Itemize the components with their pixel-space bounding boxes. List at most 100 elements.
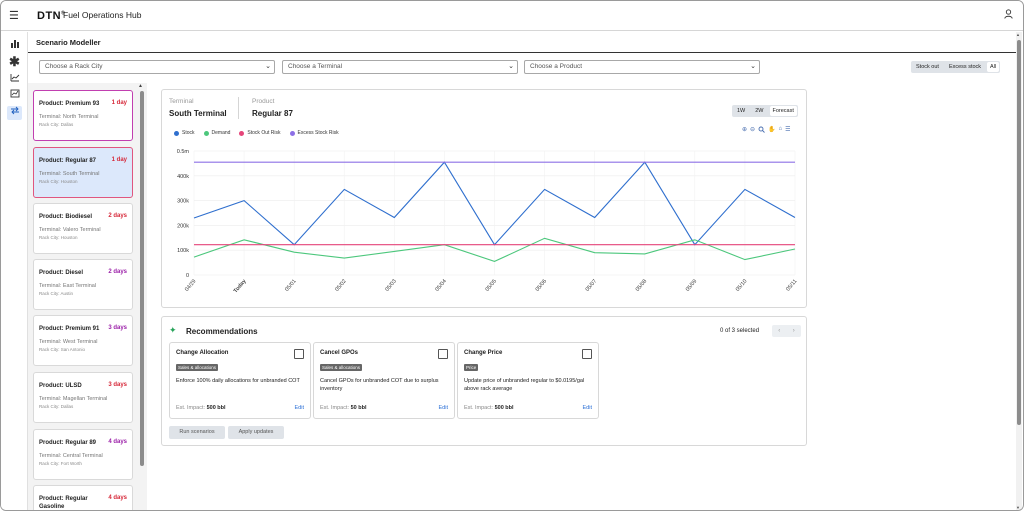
recommendation-desc: Update price of unbranded regular to $0.… xyxy=(464,378,585,392)
page-title: Scenario Modeller xyxy=(36,38,101,47)
y-tick-label: 0 xyxy=(186,273,189,279)
page-scrollbar[interactable]: ▲ ▼ xyxy=(1016,32,1022,510)
toggle-stock-out[interactable]: Stock out xyxy=(911,61,944,73)
toggle-all[interactable]: All xyxy=(987,62,1000,72)
run-scenarios-button[interactable]: Run scenarios xyxy=(169,426,225,439)
product-placeholder: Choose a Product xyxy=(530,63,583,70)
days-badge: 2 days xyxy=(108,269,127,275)
product-select[interactable]: Choose a Product ⌄ xyxy=(524,60,760,74)
scroll-down-icon[interactable]: ▼ xyxy=(1016,505,1020,510)
x-tick-label: 05/06 xyxy=(535,278,548,292)
product-card[interactable]: Product: Biodiesel 2 days Terminal: Vale… xyxy=(33,203,133,254)
product-card[interactable]: Product: Regular Gasoline 4 days xyxy=(33,485,133,510)
product-name: Product: Premium 91 xyxy=(39,326,100,332)
x-tick-label: 05/05 xyxy=(485,278,498,292)
impact-label: Est. Impact: xyxy=(176,405,206,411)
y-tick-label: 100k xyxy=(177,248,189,254)
x-tick-label: 05/03 xyxy=(384,278,397,292)
select-checkbox[interactable] xyxy=(438,349,448,359)
x-tick-label: Today xyxy=(233,278,248,295)
recommendations-panel: ✦ Recommendations 0 of 3 selected ‹ › Ch… xyxy=(161,316,807,446)
trend-chart-icon[interactable] xyxy=(7,73,22,87)
days-badge: 3 days xyxy=(108,325,127,331)
product-card[interactable]: Product: Premium 91 3 days Terminal: Wes… xyxy=(33,315,133,366)
list-scrollbar[interactable] xyxy=(140,91,144,466)
report-icon[interactable] xyxy=(7,89,22,103)
product-list: ▲ Product: Premium 93 1 day Terminal: No… xyxy=(28,83,147,510)
chevron-down-icon: ⌄ xyxy=(265,63,271,70)
product-card[interactable]: Product: ULSD 3 days Terminal: Magellan … xyxy=(33,372,133,423)
sparkle-icon: ✦ xyxy=(169,325,177,335)
product-name: Product: Regular 89 xyxy=(39,440,97,446)
x-tick-label: 04/29 xyxy=(184,278,197,292)
x-tick-label: 05/07 xyxy=(585,278,598,292)
chevron-left-icon[interactable]: ‹ xyxy=(778,325,780,337)
edit-link[interactable]: Edit xyxy=(295,405,304,411)
forecast-panel: Terminal South Terminal Product Regular … xyxy=(161,89,807,308)
category-tag: Sales & allocations xyxy=(320,364,363,371)
terminal-text: Terminal: West Terminal xyxy=(39,339,98,345)
impact-value: 50 bbl xyxy=(350,405,367,411)
scenario-modeller-icon[interactable] xyxy=(7,106,22,120)
bar-chart-icon[interactable] xyxy=(7,39,22,53)
edit-link[interactable]: Edit xyxy=(439,405,448,411)
recommendation-card[interactable]: Change Allocation Sales & allocations En… xyxy=(169,342,311,419)
recommendation-title: Change Allocation xyxy=(176,350,229,356)
terminal-text: Terminal: North Terminal xyxy=(39,114,99,120)
days-badge: 2 days xyxy=(108,213,127,219)
recommendation-pager: ‹ › xyxy=(772,325,801,337)
recommendation-card[interactable]: Change Price Price Update price of unbra… xyxy=(457,342,599,419)
rack-city-text: Rack City: Fort Worth xyxy=(39,461,82,466)
recommendation-card[interactable]: Cancel GPOs Sales & allocations Cancel G… xyxy=(313,342,455,419)
product-card[interactable]: Product: Regular 87 1 day Terminal: Sout… xyxy=(33,147,133,198)
product-card[interactable]: Product: Diesel 2 days Terminal: East Te… xyxy=(33,259,133,310)
x-tick-label: 05/08 xyxy=(635,278,648,292)
y-tick-label: 200k xyxy=(177,223,189,229)
terminal-text: Terminal: East Terminal xyxy=(39,283,97,289)
user-icon[interactable] xyxy=(1004,9,1013,22)
impact-label: Est. Impact: xyxy=(464,405,494,411)
top-bar: ☰ DTN® Fuel Operations Hub xyxy=(1,1,1023,31)
y-tick-label: 300k xyxy=(177,199,189,205)
recommendation-title: Change Price xyxy=(464,350,503,356)
product-card[interactable]: Product: Premium 93 1 day Terminal: Nort… xyxy=(33,90,133,141)
product-card[interactable]: Product: Regular 89 4 days Terminal: Cen… xyxy=(33,429,133,480)
days-badge: 4 days xyxy=(108,495,127,501)
asterisk-icon[interactable]: ✱ xyxy=(7,55,22,69)
sidebar: ✱ xyxy=(1,32,28,510)
app-title: Fuel Operations Hub xyxy=(63,10,142,20)
app-window: ☰ DTN® Fuel Operations Hub ✱ Scenario Mo… xyxy=(0,0,1024,511)
terminal-text: Terminal: Magellan Terminal xyxy=(39,396,108,402)
page-scrollbar-thumb[interactable] xyxy=(1017,40,1021,425)
select-checkbox[interactable] xyxy=(294,349,304,359)
y-tick-label: 400k xyxy=(177,174,189,180)
days-badge: 3 days xyxy=(108,382,127,388)
chevron-down-icon: ⌄ xyxy=(508,63,514,70)
toggle-excess-stock[interactable]: Excess stock xyxy=(944,61,986,73)
select-checkbox[interactable] xyxy=(582,349,592,359)
x-tick-label: 05/09 xyxy=(685,278,698,292)
rack-city-select[interactable]: Choose a Rack City ⌄ xyxy=(39,60,275,74)
impact-line: Est. Impact: 500 bbl xyxy=(464,405,514,411)
rack-city-text: Rack City: Dallas xyxy=(39,404,74,409)
product-name: Product: Diesel xyxy=(39,270,84,276)
impact-line: Est. Impact: 50 bbl xyxy=(320,405,366,411)
impact-value: 500 bbl xyxy=(206,405,226,411)
scroll-up-icon[interactable]: ▲ xyxy=(1016,32,1020,37)
x-tick-label: 05/02 xyxy=(334,278,347,292)
x-tick-label: 05/01 xyxy=(284,278,297,292)
chevron-right-icon[interactable]: › xyxy=(793,325,795,337)
recommendation-desc: Enforce 100% daily allocations for unbra… xyxy=(176,378,300,384)
edit-link[interactable]: Edit xyxy=(583,405,592,411)
stock-filter-toggle: Stock out Excess stock All xyxy=(911,61,1001,73)
terminal-select[interactable]: Choose a Terminal ⌄ xyxy=(282,60,518,74)
scroll-up-icon[interactable]: ▲ xyxy=(138,83,143,89)
product-name: Product: Regular 87 xyxy=(39,158,97,164)
product-name: Product: Biodiesel xyxy=(39,214,93,220)
apply-updates-button[interactable]: Apply updates xyxy=(228,426,284,439)
product-name: Product: ULSD xyxy=(39,383,82,389)
rack-city-text: Rack City: San Antonio xyxy=(39,347,86,352)
product-name: Product: Premium 93 xyxy=(39,101,100,107)
forecast-chart: 0 100k 200k 300k 400k 0.5m 04/29 Today 05/01 05/0… xyxy=(177,149,799,295)
menu-icon[interactable]: ☰ xyxy=(9,9,19,22)
